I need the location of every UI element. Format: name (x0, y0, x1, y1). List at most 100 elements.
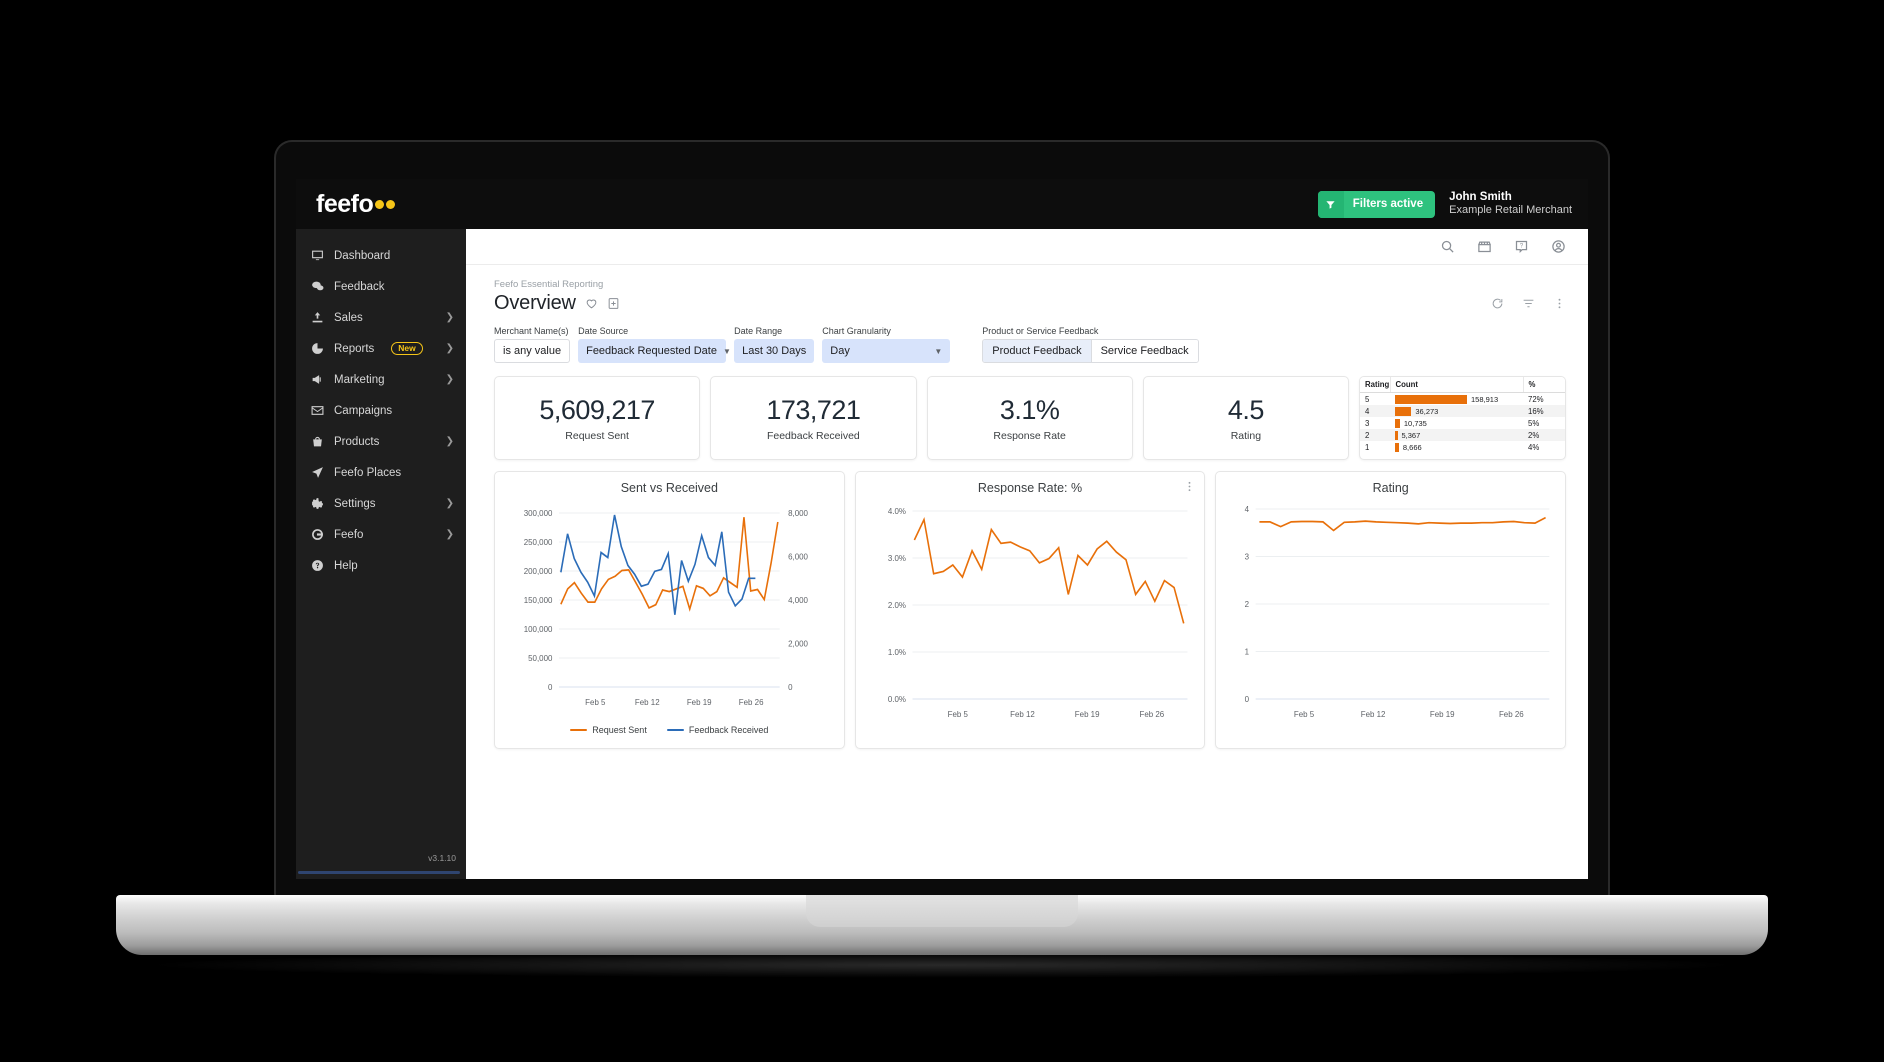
kpi-value: 4.5 (1227, 394, 1265, 425)
sidebar-label: Reports (334, 342, 375, 355)
cell-percent: 2% (1523, 429, 1565, 441)
content-toolbar: ? (466, 229, 1588, 265)
sidebar-item-dashboard[interactable]: Dashboard (296, 240, 466, 271)
axis-tick-label: 0 (788, 683, 793, 692)
new-badge: New (391, 342, 423, 355)
upload-icon (310, 311, 324, 325)
axis-tick-label: 2 (1245, 600, 1250, 609)
rating-table: Rating Count % 5 158,913 72% 4 36,273 16% 3 10,… (1360, 377, 1565, 453)
filter-label: Product or Service Feedback (982, 326, 1099, 336)
sidebar-label: Products (334, 435, 380, 448)
merchant-names-input[interactable]: is any value (494, 339, 571, 363)
sidebar-item-reports[interactable]: Reports New ❯ (296, 333, 466, 364)
table-row[interactable]: 4 36,273 16% (1360, 405, 1565, 417)
kpi-value: 5,609,217 (539, 394, 655, 425)
feefo-logo[interactable]: feefo (316, 191, 396, 217)
sidebar-label: Marketing (334, 373, 385, 386)
kpi-row: 5,609,217 Request Sent 173,721 Feedback … (494, 376, 1566, 460)
filter-bar: Merchant Name(s) is any value Date Sourc… (494, 326, 1566, 363)
kpi-card-request-sent[interactable]: 5,609,217 Request Sent (494, 376, 701, 460)
chart-card-response-rate[interactable]: Response Rate: % 0.0% 1.0% 2.0% 3.0% 4.0% Fe… (854, 471, 1206, 749)
cell-percent: 72% (1528, 394, 1544, 404)
date-source-select[interactable]: Feedback Requested Date ▼ (578, 339, 731, 363)
axis-tick-label: 300,000 (524, 509, 553, 518)
filter-date-range: Date Range Last 30 Days (734, 326, 815, 363)
count-bar (1395, 442, 1399, 452)
sidebar-item-settings[interactable]: Settings ❯ (296, 488, 466, 519)
table-row[interactable]: 3 10,735 5% (1360, 417, 1565, 429)
kpi-value: 173,721 (766, 394, 861, 425)
title-row: Overview (494, 292, 1566, 315)
cell-rating: 1 (1365, 442, 1370, 452)
sidebar-item-marketing[interactable]: Marketing ❯ (296, 364, 466, 395)
date-range-select[interactable]: Last 30 Days (734, 339, 815, 363)
storefront-icon[interactable] (1477, 239, 1492, 254)
filter-date-source: Date Source Feedback Requested Date ▼ (578, 326, 731, 363)
column-header-rating: Rating (1360, 377, 1390, 393)
chevron-right-icon: ❯ (445, 498, 454, 509)
segment-service-feedback[interactable]: Service Feedback (1090, 340, 1198, 362)
filters-active-label: Filters active (1352, 198, 1424, 210)
cell-percent: 5% (1528, 418, 1540, 428)
filters-active-button[interactable]: Filters active (1317, 190, 1436, 218)
axis-tick-label: Feb 26 (1499, 710, 1524, 719)
sidebar-item-feefo[interactable]: Feefo ❯ (296, 519, 466, 550)
legend-label: Request Sent (592, 725, 647, 735)
axis-tick-label: 4 (1245, 505, 1250, 514)
axis-tick-label: Feb 19 (687, 698, 712, 707)
laptop-notch (806, 895, 1078, 927)
sent-vs-received-chart: 0 50,000 100,000 150,000 200,000 250,000 300,0… (524, 509, 809, 707)
rating-breakdown-table[interactable]: Rating Count % 5 158,913 72% 4 36,273 16% 3 10,… (1359, 376, 1566, 460)
chart-card-sent-vs-received[interactable]: Sent vs Received 0 50,000 100,000 150,000 20… (494, 471, 845, 749)
add-to-dashboard-icon[interactable] (607, 297, 620, 310)
app-topbar: feefo Filters active John Smith Example … (296, 179, 1588, 229)
sidebar-item-feedback[interactable]: Feedback (296, 271, 466, 302)
help-box-icon[interactable]: ? (1514, 239, 1529, 254)
kpi-value: 3.1% (999, 394, 1060, 425)
axis-tick-label: Feb 26 (1139, 710, 1164, 719)
chart-card-rating[interactable]: Rating 0 1 2 3 4 Feb 5 Feb 12 Feb 19 Feb 26 (1215, 471, 1567, 749)
cell-percent: 4% (1528, 442, 1540, 452)
cell-rating: 2 (1360, 429, 1390, 441)
table-row[interactable]: 1 8,666 4% (1360, 441, 1565, 453)
segment-product-feedback[interactable]: Product Feedback (983, 340, 1091, 362)
filter-label: Date Range (734, 326, 783, 336)
axis-tick-label: Feb 5 (1294, 710, 1315, 719)
chevron-right-icon: ❯ (445, 312, 454, 323)
sidebar-scrollbar[interactable] (298, 871, 460, 874)
sidebar-item-products[interactable]: Products ❯ (296, 426, 466, 457)
axis-tick-label: Feb 5 (947, 710, 968, 719)
search-icon[interactable] (1440, 239, 1455, 254)
kpi-card-response-rate[interactable]: 3.1% Response Rate (926, 376, 1133, 460)
filter-value: Last 30 Days (742, 345, 807, 357)
heart-icon[interactable] (585, 297, 598, 310)
kpi-label: Request Sent (565, 429, 629, 442)
refresh-icon[interactable] (1491, 297, 1504, 310)
cell-count: 5,367 (1390, 429, 1523, 441)
count-value: 5,367 (1401, 430, 1421, 440)
more-vert-icon[interactable] (1184, 481, 1195, 492)
help-icon (310, 559, 324, 573)
sidebar-item-sales[interactable]: Sales ❯ (296, 302, 466, 333)
axis-tick-label: Feb 19 (1430, 710, 1455, 719)
filter-icon[interactable] (1522, 297, 1535, 310)
account-circle-icon[interactable] (1551, 239, 1566, 254)
response-rate-chart: 0.0% 1.0% 2.0% 3.0% 4.0% Feb 5 Feb 12 Feb 19 Fe… (888, 507, 1188, 719)
cell-count: 36,273 (1390, 405, 1523, 417)
sidebar-nav: Dashboard Feedback Sales ❯ Reports New ❯… (296, 229, 466, 879)
kpi-card-feedback-received[interactable]: 173,721 Feedback Received (710, 376, 917, 460)
more-vert-icon[interactable] (1553, 297, 1566, 310)
table-row[interactable]: 5 158,913 72% (1360, 393, 1565, 406)
chevron-right-icon: ❯ (445, 374, 454, 385)
sidebar-item-campaigns[interactable]: Campaigns (296, 395, 466, 426)
filter-value: Day (830, 345, 850, 357)
axis-tick-label: 3.0% (888, 554, 907, 563)
table-row[interactable]: 2 5,367 2% (1360, 429, 1565, 441)
chart-granularity-select[interactable]: Day ▼ (822, 339, 951, 363)
sidebar-item-help[interactable]: Help (296, 550, 466, 581)
column-header-count: Count (1389, 377, 1523, 393)
kpi-card-rating[interactable]: 4.5 Rating (1142, 376, 1349, 460)
sidebar-item-feefo-places[interactable]: Feefo Places (296, 457, 466, 488)
title-left: Overview (494, 292, 620, 315)
user-info[interactable]: John Smith Example Retail Merchant (1449, 190, 1572, 218)
